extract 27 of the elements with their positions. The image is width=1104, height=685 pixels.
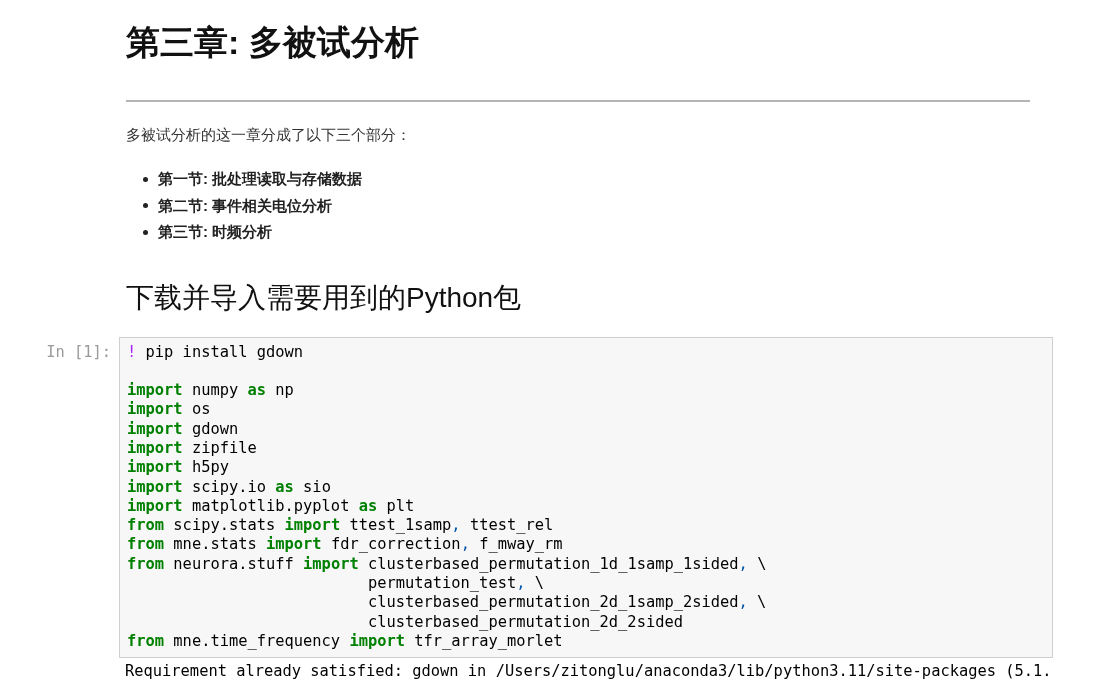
code-line: from mne.time_frequency import tfr_array_morlet xyxy=(127,631,563,652)
bullet-icon xyxy=(143,203,148,209)
code-line: ! pip install gdown xyxy=(127,342,304,362)
list-item-text: 第二节: 事件相关电位分析 xyxy=(158,195,333,216)
code-line: import os xyxy=(127,400,211,420)
code-cell[interactable] xyxy=(119,336,1053,659)
list-item-text: 第三节: 时频分析 xyxy=(158,222,273,243)
code-line: from scipy.stats import ttest_1samp, ttest_rel xyxy=(127,516,554,536)
code-line: from mne.stats import fdr_correction, f_mway_rm xyxy=(127,535,563,555)
code-line: import scipy.io as sio xyxy=(127,477,331,497)
intro-text: 多被试分析的这一章分成了以下三个部分： xyxy=(126,125,411,145)
code-line: clusterbased_permutation_2d_2sided xyxy=(367,612,683,632)
chapter-title: 第三章: 多被试分析 xyxy=(126,22,419,62)
cell-prompt: In [1]: xyxy=(46,342,111,362)
output-text: Requirement already satisfied: gdown in /Users/zitonglu/anaconda3/lib/python3.11/site-packages (5.1. xyxy=(125,662,1052,682)
code-line: import gdown xyxy=(127,419,239,439)
code-line: import zipfile xyxy=(127,439,257,459)
code-line: clusterbased_permutation_2d_1samp_2sided, \ xyxy=(367,593,767,613)
code-line: from neurora.stuff import clusterbased_permutation_1d_1samp_1sided, \ xyxy=(127,554,767,575)
code-line: import matplotlib.pyplot as plt xyxy=(127,496,415,517)
bullet-icon xyxy=(143,229,148,235)
bullet-icon xyxy=(143,176,148,182)
list-item-text: 第一节: 批处理读取与存储数据 xyxy=(158,169,363,190)
section-heading: 下载并导入需要用到的Python包 xyxy=(126,280,522,315)
code-line: permutation_test, \ xyxy=(367,574,544,594)
code-line: import numpy as np xyxy=(127,381,294,401)
code-line: import h5py xyxy=(127,458,229,478)
